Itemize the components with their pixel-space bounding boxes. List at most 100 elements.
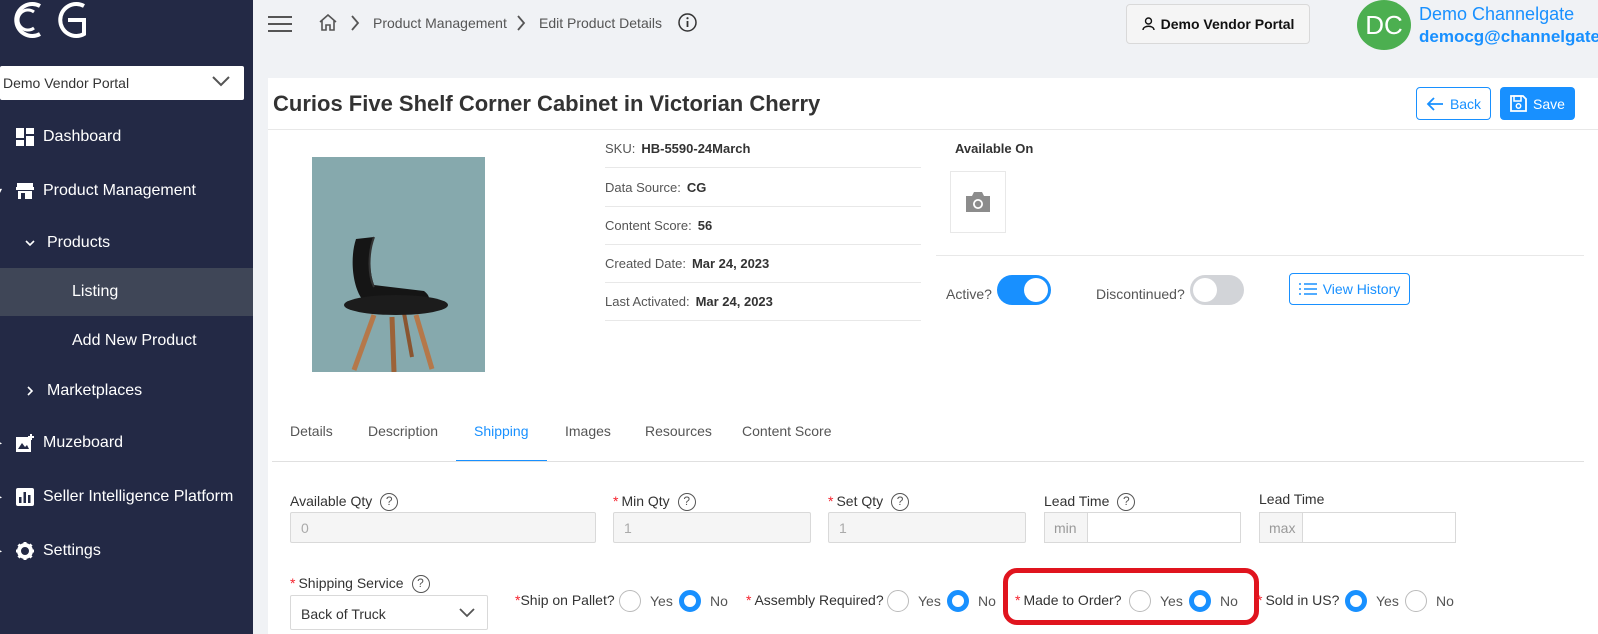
min-qty-input[interactable]: 1: [613, 512, 811, 543]
ship-on-pallet-yes-radio[interactable]: [619, 590, 641, 612]
back-button[interactable]: Back: [1416, 87, 1491, 120]
shipping-service-value: Back of Truck: [301, 606, 386, 622]
assembly-required-no-radio[interactable]: [947, 590, 969, 612]
sold-in-us-label: * Sold in US?: [1257, 592, 1340, 608]
ship-on-pallet-label: *Ship on Pallet?: [515, 592, 615, 608]
sidebar-item-add-new-product[interactable]: Add New Product: [0, 317, 253, 365]
sidebar-item-products[interactable]: Products: [0, 219, 253, 267]
ship-on-pallet-label-text: Ship on Pallet?: [520, 592, 615, 608]
store-icon: [16, 183, 34, 199]
breadcrumb-edit-product-details: Edit Product Details: [539, 15, 662, 31]
caret-icon: ▸: [0, 438, 2, 449]
tab-details[interactable]: Details: [290, 423, 333, 439]
info-icon[interactable]: [678, 13, 697, 32]
view-history-button[interactable]: View History: [1289, 273, 1410, 305]
shipping-service-select[interactable]: Back of Truck: [290, 595, 488, 630]
available-on-label: Available On: [955, 141, 1034, 156]
available-qty-input[interactable]: 0: [290, 512, 596, 543]
help-icon[interactable]: ?: [411, 575, 430, 594]
user-icon: [1141, 17, 1155, 31]
sidebar-item-muzeboard[interactable]: ▸ Muzeboard: [0, 419, 253, 467]
chevron-right-icon: [517, 15, 526, 31]
radio-label-no: No: [978, 593, 996, 609]
sidebar-item-label: Seller Intelligence Platform: [43, 488, 234, 505]
highlight-box: [1003, 568, 1259, 625]
lead-time-min-label-text: Lead Time: [1044, 493, 1110, 509]
available-qty-label: Available Qty?: [290, 493, 399, 512]
assembly-required-yes-radio[interactable]: [887, 590, 909, 612]
sidebar-item-label: Marketplaces: [47, 382, 143, 399]
vendor-portal-label: Demo Vendor Portal: [1160, 16, 1295, 32]
toggle-knob: [1024, 278, 1048, 302]
sidebar-item-product-management[interactable]: ▾ Product Management: [0, 167, 253, 215]
vendor-portal-button[interactable]: Demo Vendor Portal: [1126, 4, 1310, 44]
tab-shipping[interactable]: Shipping: [474, 423, 529, 439]
content-score-value: 56: [697, 218, 713, 233]
channelgate-logo[interactable]: [0, 0, 90, 40]
shipping-service-label: * Shipping Service?: [290, 575, 430, 594]
save-button[interactable]: Save: [1500, 87, 1575, 120]
toggle-knob: [1193, 278, 1217, 302]
sidebar-item-settings[interactable]: ▸ Settings: [0, 527, 253, 575]
divider: [605, 167, 921, 168]
data-source-value: CG: [686, 180, 707, 195]
shipping-service-label-text: Shipping Service: [298, 575, 404, 591]
lead-time-min-input[interactable]: [1087, 512, 1241, 543]
page-title: Curios Five Shelf Corner Cabinet in Vict…: [273, 91, 821, 116]
tab-images[interactable]: Images: [565, 423, 611, 439]
ship-on-pallet-no-radio[interactable]: [679, 590, 701, 612]
tab-description[interactable]: Description: [368, 423, 438, 439]
discontinued-toggle[interactable]: [1190, 275, 1244, 305]
sold-in-us-no-radio[interactable]: [1405, 590, 1427, 612]
sidebar-item-label: Listing: [72, 283, 119, 300]
divider: [605, 320, 921, 321]
radio-label-yes: Yes: [918, 593, 941, 609]
content-score-row: Content Score: 56: [605, 218, 712, 233]
lead-time-max-input[interactable]: [1302, 512, 1456, 543]
set-qty-label-text: Set Qty: [836, 493, 884, 509]
set-qty-input[interactable]: 1: [828, 512, 1026, 543]
tab-resources[interactable]: Resources: [645, 423, 712, 439]
avatar[interactable]: DC: [1357, 0, 1411, 50]
divider: [605, 244, 921, 245]
sidebar-item-seller-intelligence[interactable]: ▸ Seller Intelligence Platform: [0, 473, 253, 521]
lead-time-min-addon: min: [1044, 512, 1088, 543]
available-qty-label-text: Available Qty: [290, 493, 373, 509]
active-toggle[interactable]: [997, 275, 1051, 305]
sold-in-us-yes-radio[interactable]: [1345, 590, 1367, 612]
tab-content-score[interactable]: Content Score: [742, 423, 832, 439]
divider: [268, 129, 1598, 130]
vendor-select-value: Demo Vendor Portal: [3, 75, 130, 91]
chevron-down-icon: [212, 76, 230, 87]
created-date-label: Created Date:: [605, 256, 686, 271]
help-icon[interactable]: ?: [677, 493, 696, 512]
list-icon: [1298, 283, 1317, 295]
sidebar-item-label: Settings: [43, 542, 101, 559]
sidebar: Demo Vendor Portal Dashboard ▾ Product M…: [0, 0, 253, 634]
min-qty-label: * Min Qty?: [613, 493, 696, 512]
assembly-required-label-text: Assembly Required?: [754, 592, 884, 608]
menu-icon[interactable]: [268, 15, 292, 33]
help-icon[interactable]: ?: [891, 493, 910, 512]
vendor-select[interactable]: Demo Vendor Portal: [0, 66, 244, 100]
breadcrumb-product-management[interactable]: Product Management: [373, 15, 507, 31]
last-activated-label: Last Activated:: [605, 294, 690, 309]
tab-divider: [272, 461, 1584, 462]
caret-icon: ▸: [0, 492, 2, 503]
radio-label-yes: Yes: [1376, 593, 1399, 609]
active-label: Active?: [946, 286, 992, 302]
radio-label-no: No: [1436, 593, 1454, 609]
arrow-left-icon: [1426, 96, 1443, 111]
home-icon[interactable]: [319, 14, 337, 31]
sidebar-item-listing[interactable]: Listing: [0, 268, 253, 316]
set-qty-label: * Set Qty?: [828, 493, 910, 512]
sidebar-item-marketplaces[interactable]: Marketplaces: [0, 367, 253, 415]
camera-icon: [966, 192, 990, 212]
help-icon[interactable]: ?: [380, 493, 399, 512]
discontinued-label: Discontinued?: [1096, 286, 1185, 302]
divider: [936, 255, 1584, 256]
help-icon[interactable]: ?: [1117, 493, 1136, 512]
sidebar-item-dashboard[interactable]: Dashboard: [0, 113, 253, 161]
last-activated-row: Last Activated: Mar 24, 2023: [605, 294, 773, 309]
radio-label-yes: Yes: [650, 593, 673, 609]
